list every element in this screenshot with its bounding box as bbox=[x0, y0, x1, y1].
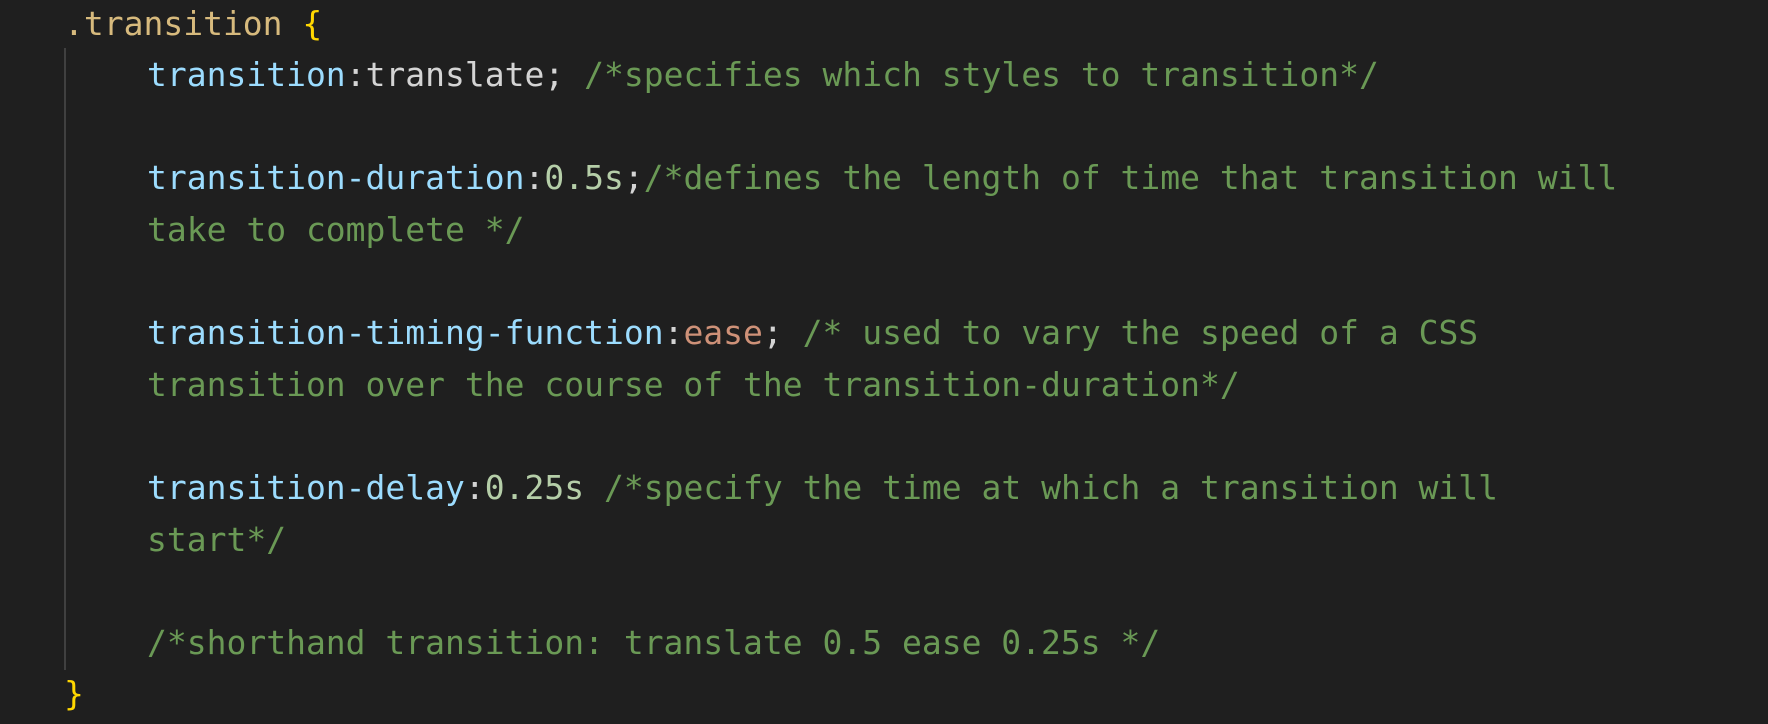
css-value: 0.25s bbox=[484, 468, 585, 507]
css-value: translate; bbox=[365, 55, 565, 94]
code-line-shorthand-comment[interactable]: /*shorthand transition: translate 0.5 ea… bbox=[147, 617, 1160, 669]
colon: : bbox=[345, 55, 366, 94]
code-line-transition-duration[interactable]: transition-duration:0.5s;/*defines the l… bbox=[147, 152, 1617, 204]
colon: : bbox=[464, 468, 485, 507]
code-comment: take to complete */ bbox=[147, 210, 525, 249]
open-brace: { bbox=[302, 4, 323, 43]
css-property: transition-duration bbox=[147, 158, 525, 197]
css-value: 0.5s bbox=[544, 158, 624, 197]
code-comment: start*/ bbox=[147, 520, 287, 559]
code-line-transition-delay[interactable]: transition-delay:0.25s /*specify the tim… bbox=[147, 462, 1498, 514]
close-brace: } bbox=[64, 674, 84, 713]
code-line-selector[interactable]: .transition { bbox=[64, 0, 322, 50]
css-selector: .transition bbox=[64, 4, 283, 43]
css-value: ease bbox=[683, 313, 763, 352]
code-editor[interactable]: .transition { transition:translate; /*sp… bbox=[0, 0, 1768, 724]
code-comment: transition over the course of the transi… bbox=[147, 365, 1240, 404]
code-line-comment-wrap[interactable]: transition over the course of the transi… bbox=[147, 359, 1240, 411]
css-property: transition-timing-function bbox=[147, 313, 664, 352]
code-line-transition[interactable]: transition:translate; /*specifies which … bbox=[147, 49, 1379, 101]
indent-guide bbox=[64, 48, 66, 670]
css-property: transition-delay bbox=[147, 468, 465, 507]
css-property: transition bbox=[147, 55, 346, 94]
code-line-comment-wrap[interactable]: start*/ bbox=[147, 514, 286, 566]
semicolon: ; bbox=[623, 158, 644, 197]
code-comment: /*specify the time at which a transition… bbox=[603, 468, 1499, 507]
code-comment: /* used to vary the speed of a CSS bbox=[802, 313, 1479, 352]
semicolon: ; bbox=[762, 313, 783, 352]
code-comment: /*shorthand transition: translate 0.5 ea… bbox=[147, 623, 1161, 662]
code-line-close-brace[interactable]: } bbox=[64, 668, 84, 720]
code-line-comment-wrap[interactable]: take to complete */ bbox=[147, 204, 525, 256]
code-comment: /*specifies which styles to transition*/ bbox=[584, 55, 1379, 94]
code-line-transition-timing-function[interactable]: transition-timing-function:ease; /* used… bbox=[147, 307, 1478, 359]
colon: : bbox=[524, 158, 545, 197]
colon: : bbox=[663, 313, 684, 352]
code-comment: /*defines the length of time that transi… bbox=[643, 158, 1618, 197]
